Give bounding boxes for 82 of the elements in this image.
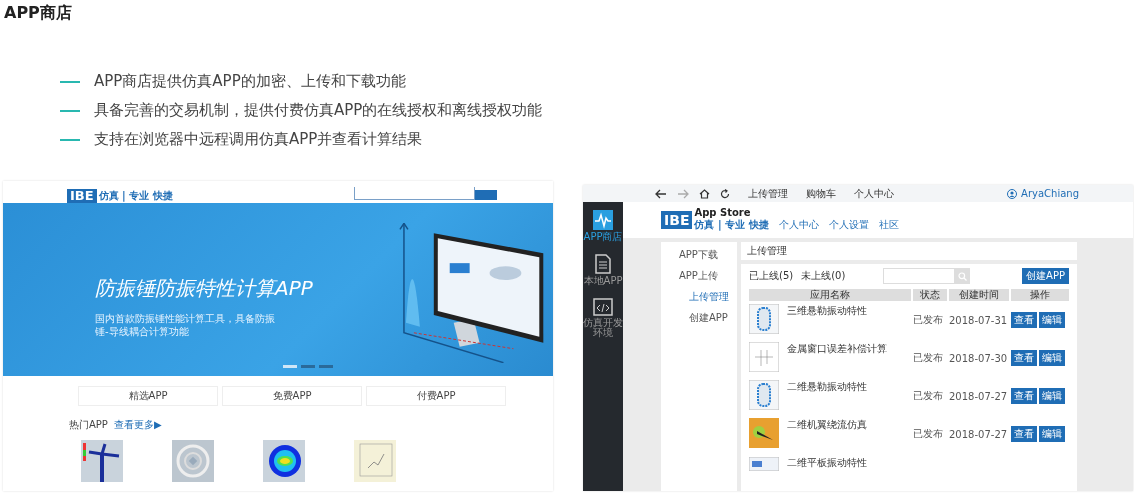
forward-icon[interactable] [677,188,689,199]
action-button[interactable]: 查看 [1011,388,1037,404]
feature-text: 具备完善的交易机制，提供付费仿真APP的在线授权和离线授权功能 [94,100,543,121]
sidebar-item[interactable]: 本地APP [583,252,623,288]
table-cell-text: 已发布 [913,389,944,403]
table-cell: 2018-07-27 [949,390,1009,402]
menu-item[interactable]: APP上传 [679,269,718,283]
create-app-button[interactable]: 创建APP [1022,268,1069,284]
user-name[interactable]: AryaChiang [1021,188,1079,199]
table-cell-text: 二维机翼绕流仿真 [787,418,868,432]
banner-subtitle: 国内首款防振锤性能计算工具，具备防振锤-导线耦合计算功能 [95,312,276,338]
dash-marker [60,80,80,83]
logo-tagline: 仿真 | 专业 快捷 [694,219,769,232]
airfoil-thumbnail [749,418,779,448]
refresh-icon[interactable] [720,188,730,199]
table-cell-text: 已发布 [913,351,944,365]
header-link[interactable]: 个人设置 [828,218,869,232]
table-cell-text: 二维平板振动特性 [787,456,868,470]
filter-tab[interactable]: 已上线(5) [749,269,794,283]
action-button[interactable]: 编辑 [1039,312,1065,328]
heatmap-thumbnail [263,440,305,482]
back-icon[interactable] [655,188,667,199]
column-header: 操作 [1011,289,1069,301]
action-button[interactable]: 查看 [1011,426,1037,442]
ring-thumbnail [172,440,214,482]
section-title: APP商店 [3,2,73,23]
table-cell: 2018-07-30 [949,352,1009,364]
table-cell-text: 三维悬勒振动特性 [787,304,868,318]
column-header: 创建时间 [949,289,1009,301]
vessel-thumbnail [749,380,779,410]
nav-link[interactable]: 购物车 [806,186,836,201]
nav-link[interactable]: 上传管理 [748,186,788,201]
category-tab[interactable]: 付费APP [366,386,506,406]
menu-item[interactable]: 上传管理 [689,290,729,304]
user-icon [1007,188,1018,199]
table-cell: 2018-07-31 [949,314,1009,326]
sidebar-item[interactable]: APP商店 [583,208,623,244]
panel-title: 上传管理 [741,242,1077,260]
table-cell-text: 已发布 [913,427,944,441]
vessel-thumbnail [749,304,779,334]
dash-marker [60,138,80,141]
logo-mark: IBE [661,211,693,229]
feature-text: 支持在浏览器中远程调用仿真APP并查看计算结果 [94,129,423,150]
action-button[interactable]: 查看 [1011,312,1037,328]
column-header: 应用名称 [749,289,911,301]
see-more-link[interactable]: 查看更多▶ [113,418,162,432]
menu-item[interactable]: APP下载 [679,248,718,262]
feature-text: APP商店提供仿真APP的加密、上传和下载功能 [94,71,406,92]
header-link[interactable]: 个人中心 [778,218,819,232]
table-cell-text: 已发布 [913,313,944,327]
search-button[interactable] [955,268,971,284]
category-tab[interactable]: 精选APP [78,386,218,406]
app-name: App Store [694,208,751,218]
table-cell-text: 金属窗口误差补偿计算 [787,342,888,356]
table-cell-text: 二维悬勒振动特性 [787,380,868,394]
search-button[interactable] [475,190,497,200]
logo-mark: IBE [67,189,97,203]
menu-item[interactable]: 创建APP [689,311,728,325]
action-button[interactable]: 编辑 [1039,350,1065,366]
plot-thumbnail [354,440,396,482]
waveform-icon [593,210,613,230]
column-header: 状态 [913,289,947,301]
search-field[interactable] [354,187,475,200]
code-icon [593,298,613,316]
filter-tab[interactable]: 未上线(0) [801,269,846,283]
action-button[interactable]: 查看 [1011,350,1037,366]
plate-thumbnail [749,457,779,471]
section-heading: 热门APP [69,418,108,432]
sketch-thumbnail [749,342,779,372]
header-link[interactable]: 社区 [878,218,899,232]
action-button[interactable]: 编辑 [1039,426,1065,442]
dash-marker [60,109,80,112]
logo-tagline: 仿真 | 专业 快捷 [98,189,173,203]
table-cell: 2018-07-27 [949,428,1009,440]
document-icon [594,254,612,274]
sidebar-item[interactable]: 仿真开发环境 [583,296,623,340]
category-tab[interactable]: 免费APP [222,386,362,406]
banner-title: 防振锤防振特性计算APP [95,275,314,302]
home-icon[interactable] [699,188,710,199]
turbine-thumbnail [81,440,123,482]
action-button[interactable]: 编辑 [1039,388,1065,404]
nav-link[interactable]: 个人中心 [854,186,894,201]
